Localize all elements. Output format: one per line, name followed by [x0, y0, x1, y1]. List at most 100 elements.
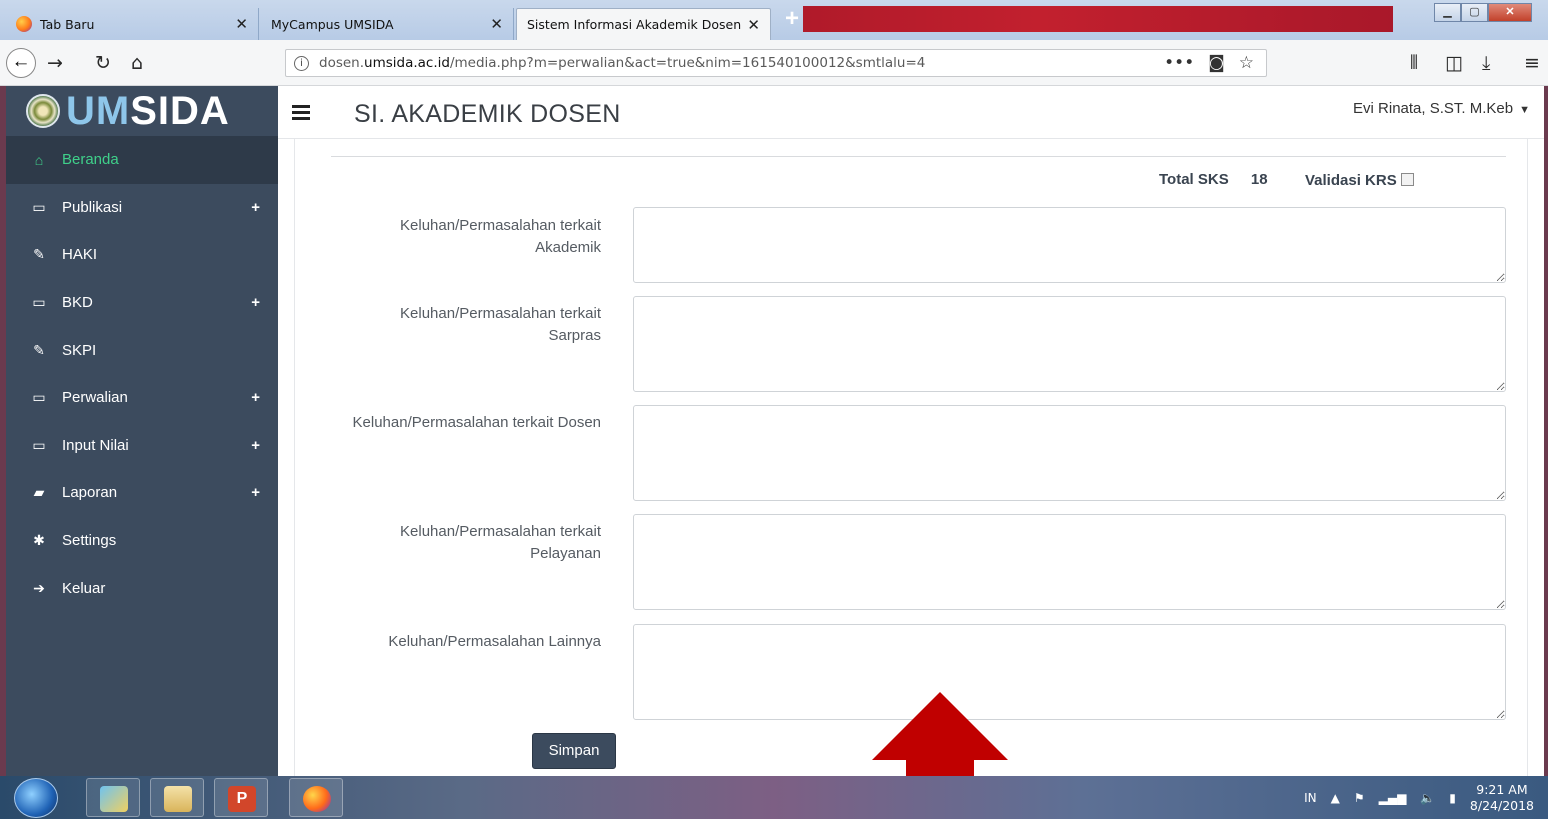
- sidebar-item-label: Input Nilai: [62, 436, 129, 454]
- show-hidden-icons-icon[interactable]: ▲: [1331, 791, 1340, 805]
- expand-plus-icon[interactable]: +: [251, 294, 260, 311]
- network-signal-icon[interactable]: ▂▄▆: [1379, 791, 1407, 805]
- clock[interactable]: 9:21 AM 8/24/2018: [1470, 782, 1534, 814]
- url-prefix: dosen.: [319, 55, 365, 71]
- textarea-dosen[interactable]: [633, 405, 1506, 501]
- sidebar-item-keluar[interactable]: ➔ Keluar: [6, 564, 278, 612]
- sidebar-item-label: Laporan: [62, 484, 118, 502]
- field-label-pelayanan: Keluhan/Permasalahan terkait Pelayanan: [400, 523, 601, 562]
- save-button[interactable]: Simpan: [532, 733, 616, 769]
- total-sks-label: Total SKS: [1159, 171, 1229, 188]
- new-tab-button[interactable]: +: [781, 7, 803, 32]
- validasi-krs-label: Validasi KRS: [1305, 172, 1397, 189]
- clock-time: 9:21 AM: [1476, 781, 1528, 797]
- sidebar-item-label: Beranda: [62, 151, 119, 169]
- expand-plus-icon[interactable]: +: [251, 199, 260, 216]
- browser-tab[interactable]: Tab Baru ✕: [6, 8, 259, 40]
- edit-icon: ✎: [33, 341, 45, 358]
- laptop-icon: ▭: [32, 389, 46, 406]
- info-icon[interactable]: i: [294, 55, 309, 71]
- battery-icon[interactable]: ▮: [1449, 791, 1456, 805]
- action-center-flag-icon[interactable]: ⚑: [1354, 791, 1365, 805]
- file-manager-icon[interactable]: [150, 778, 204, 817]
- edit-icon: ✎: [33, 246, 45, 263]
- main-content: Total SKS 18 Validasi KRS Keluhan/Permas…: [294, 139, 1528, 776]
- back-icon[interactable]: ←: [6, 48, 36, 78]
- user-menu[interactable]: Evi Rinata, S.ST. M.Keb ▼: [1353, 100, 1530, 117]
- total-sks-value: 18: [1250, 171, 1268, 188]
- browser-tab-active[interactable]: Sistem Informasi Akademik Dosen ✕: [516, 8, 771, 40]
- address-bar[interactable]: i dosen. umsida.ac.id/media.php?m=perwali…: [285, 49, 1267, 77]
- logo[interactable]: UMSIDA: [6, 86, 278, 136]
- system-tray: IN ▲ ⚑ ▂▄▆ 🔈 ▮ 9:21 AM 8/24/2018: [1304, 776, 1534, 819]
- close-tab-icon[interactable]: ✕: [235, 15, 248, 33]
- library-icon[interactable]: ⫴: [1410, 52, 1418, 74]
- reload-icon[interactable]: ↻: [95, 52, 111, 74]
- sidebar-item-skpi[interactable]: ✎ SKPI: [6, 326, 278, 374]
- gear-icon: ✱: [33, 532, 45, 549]
- tab-title: Tab Baru: [40, 16, 95, 32]
- sidebar-item-beranda[interactable]: ⌂ Beranda: [6, 136, 278, 184]
- laptop-icon: ▭: [32, 436, 46, 453]
- tab-title: MyCampus UMSIDA: [271, 16, 394, 32]
- download-icon[interactable]: ⤓: [1482, 52, 1490, 74]
- clock-date: 8/24/2018: [1469, 797, 1534, 813]
- textarea-lainnya[interactable]: [633, 624, 1506, 720]
- hamburger-menu-icon[interactable]: [292, 105, 310, 123]
- textarea-akademik[interactable]: [633, 207, 1506, 283]
- expand-plus-icon[interactable]: +: [251, 389, 260, 406]
- sidebar-item-laporan[interactable]: ▰ Laporan +: [6, 469, 278, 517]
- browser-tab[interactable]: MyCampus UMSIDA ✕: [261, 8, 514, 40]
- sidebar-item-input-nilai[interactable]: ▭ Input Nilai +: [6, 422, 278, 470]
- home-icon[interactable]: ⌂: [131, 52, 143, 74]
- bookmark-star-icon[interactable]: ☆: [1239, 53, 1254, 73]
- window-controls: ▁ ▢ ✕: [1434, 3, 1532, 22]
- browser-tab-bar: Tab Baru ✕ MyCampus UMSIDA ✕ Sistem Info…: [0, 0, 1548, 40]
- windows-start-icon[interactable]: [14, 778, 58, 818]
- sidebar-item-bkd[interactable]: ▭ BKD +: [6, 279, 278, 327]
- powerpoint-icon[interactable]: P: [214, 778, 268, 817]
- top-bar: SI. AKADEMIK DOSEN Evi Rinata, S.ST. M.K…: [278, 86, 1544, 139]
- laptop-icon: ▭: [32, 294, 46, 311]
- textarea-sarpras[interactable]: [633, 296, 1506, 392]
- sidebar-item-label: Perwalian: [62, 389, 128, 407]
- sidebar-item-settings[interactable]: ✱ Settings: [6, 517, 278, 565]
- forward-icon[interactable]: →: [47, 52, 63, 74]
- pocket-icon[interactable]: ◙: [1208, 53, 1225, 73]
- maximize-icon[interactable]: ▢: [1461, 3, 1488, 22]
- expand-plus-icon[interactable]: +: [251, 484, 260, 501]
- sidebar-item-haki[interactable]: ✎ HAKI: [6, 231, 278, 279]
- sidebar-item-publikasi[interactable]: ▭ Publikasi +: [6, 184, 278, 232]
- sidebar-item-label: Keluar: [62, 579, 106, 597]
- sidebar-item-label: Settings: [62, 532, 117, 550]
- sign-out-icon: ➔: [33, 579, 45, 596]
- tab-title: Sistem Informasi Akademik Dosen: [527, 17, 742, 32]
- field-label-akademik: Keluhan/Permasalahan terkait Akademik: [400, 217, 601, 256]
- sidebar-item-label: Publikasi: [62, 198, 123, 216]
- field-label-lainnya: Keluhan/Permasalahan Lainnya: [388, 633, 601, 650]
- total-sks: Total SKS 18: [1159, 171, 1268, 188]
- expand-plus-icon[interactable]: +: [251, 437, 260, 454]
- sidebar-icon[interactable]: ◫: [1445, 52, 1463, 74]
- field-label-sarpras: Keluhan/Permasalahan terkait Sarpras: [400, 305, 601, 344]
- close-tab-icon[interactable]: ✕: [490, 15, 503, 33]
- close-window-icon[interactable]: ✕: [1488, 3, 1532, 22]
- language-indicator[interactable]: IN: [1304, 791, 1317, 805]
- validasi-krs: Validasi KRS: [1305, 172, 1414, 189]
- firefox-icon[interactable]: [289, 778, 343, 817]
- sidebar-item-perwalian[interactable]: ▭ Perwalian +: [6, 374, 278, 422]
- minimize-icon[interactable]: ▁: [1434, 3, 1461, 22]
- firefox-icon: [16, 16, 32, 32]
- more-icon[interactable]: •••: [1164, 53, 1194, 73]
- menu-icon[interactable]: ≡: [1524, 52, 1540, 74]
- sidebar-item-label: BKD: [62, 294, 93, 312]
- url-domain: umsida.ac.id: [364, 55, 450, 71]
- close-tab-icon[interactable]: ✕: [747, 16, 760, 34]
- laptop-icon: ▭: [32, 198, 46, 215]
- umsida-emblem-icon: [26, 94, 60, 128]
- volume-icon[interactable]: 🔈: [1420, 791, 1435, 805]
- validasi-krs-checkbox[interactable]: [1400, 173, 1414, 186]
- textarea-pelayanan[interactable]: [633, 514, 1506, 610]
- field-label-dosen: Keluhan/Permasalahan terkait Dosen: [352, 414, 601, 431]
- windows-explorer-icon[interactable]: [86, 778, 140, 817]
